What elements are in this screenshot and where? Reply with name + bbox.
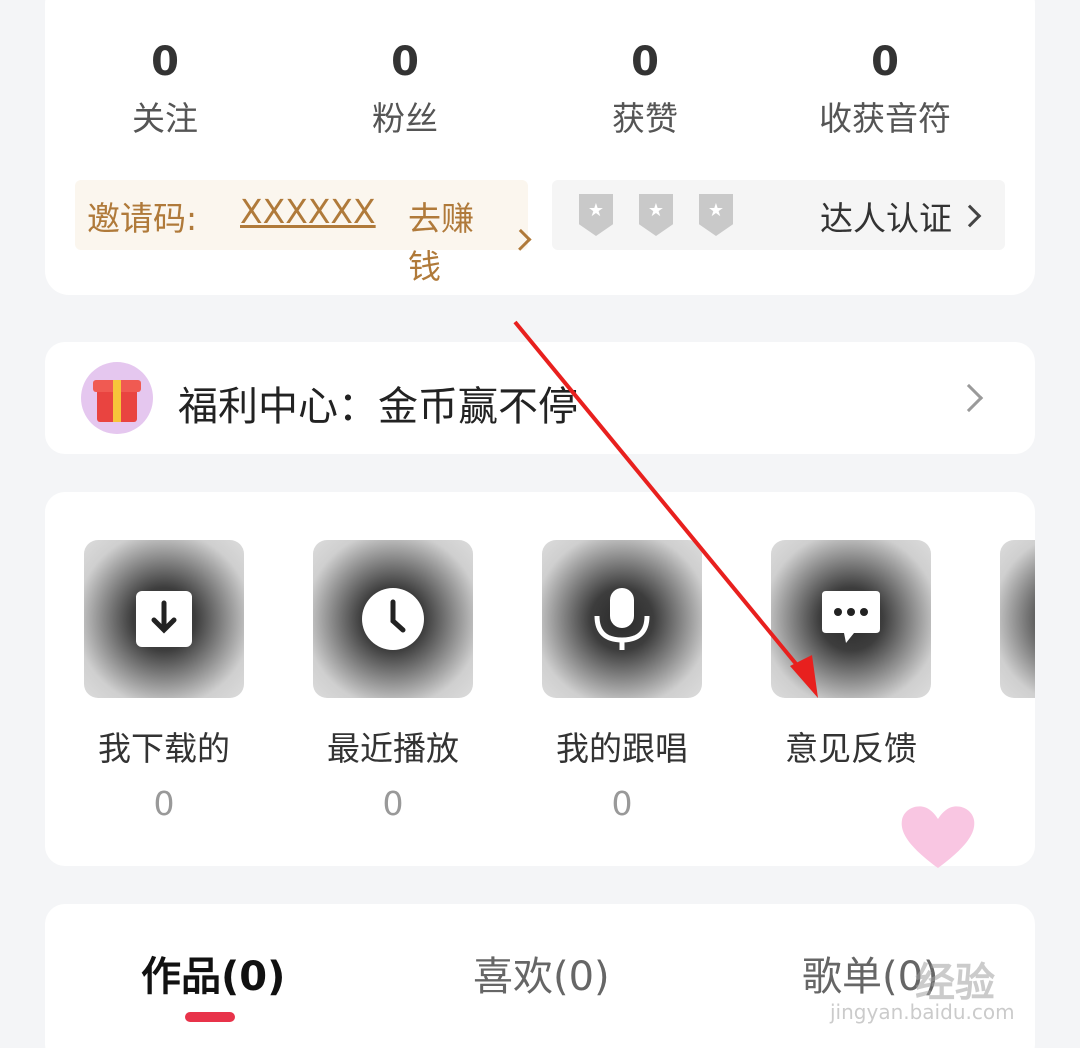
invite-code-box[interactable]: 邀请码: XXXXXX 去赚钱 — [75, 180, 532, 286]
tab-works[interactable]: 作品(0) — [141, 944, 285, 1002]
welfare-center-label: 福利中心：金币赢不停 — [178, 384, 578, 430]
feature-tile-feedback[interactable]: 意见反馈 — [732, 540, 952, 840]
stat-value: 0 — [151, 39, 179, 85]
star-shield-icon: ★ — [639, 194, 673, 236]
features-card: 我下载的 0 最近播放 0 我的跟唱 0 意见反馈 自 — [45, 492, 1035, 866]
feature-count: 0 — [153, 784, 175, 823]
earn-money-label: 去赚钱 — [408, 199, 474, 286]
feature-tile-partial[interactable]: 自 — [961, 540, 1035, 840]
feature-name: 我的跟唱 — [556, 729, 688, 768]
download-icon — [84, 540, 244, 698]
welfare-center-bar[interactable]: 福利中心：金币赢不停 — [45, 342, 1035, 454]
microphone-icon — [542, 540, 702, 698]
earn-money-link[interactable]: 去赚钱 — [408, 192, 532, 288]
stat-label: 获赞 — [612, 99, 678, 138]
stat-label: 粉丝 — [372, 99, 438, 138]
star-shield-icon: ★ — [579, 194, 613, 236]
content-tabs: 作品(0) 喜欢(0) 歌单(0) — [45, 904, 1035, 1048]
talent-certification-link[interactable]: 达人认证 — [820, 192, 982, 240]
stat-label: 关注 — [132, 99, 198, 138]
feature-name: 我下载的 — [98, 729, 230, 768]
star-shield-icon: ★ — [699, 194, 733, 236]
stat-label: 收获音符 — [819, 99, 951, 138]
talent-certification-label: 达人认证 — [820, 199, 952, 238]
heart-icon — [901, 806, 975, 868]
profile-stats-card: 0 关注 0 粉丝 0 获赞 0 收获音符 邀请码: XXXXXX 去赚钱 ★ … — [45, 0, 1035, 295]
feature-name: 自 — [1000, 722, 1035, 770]
feature-name: 意见反馈 — [785, 729, 917, 768]
stat-value: 0 — [391, 39, 419, 85]
stats-row: 0 关注 0 粉丝 0 获赞 0 收获音符 — [45, 38, 1005, 138]
stat-value: 0 — [871, 39, 899, 85]
tab-likes[interactable]: 喜欢(0) — [473, 944, 610, 1002]
active-tab-indicator — [185, 1012, 235, 1022]
invite-code-label: 邀请码: — [87, 199, 198, 238]
stat-following[interactable]: 0 关注 — [45, 38, 285, 144]
feature-name: 最近播放 — [327, 729, 459, 768]
stat-value: 0 — [631, 39, 659, 85]
feature-count: 0 — [611, 784, 633, 823]
gift-icon — [81, 362, 153, 434]
chevron-right-icon — [509, 228, 532, 252]
chevron-right-icon — [949, 383, 984, 413]
stat-likes[interactable]: 0 获赞 — [525, 38, 765, 144]
feature-tile-recent-plays[interactable]: 最近播放 0 — [274, 540, 494, 840]
feature-count: 0 — [382, 784, 404, 823]
clock-icon — [313, 540, 473, 698]
talent-certification-box[interactable]: ★ ★ ★ 达人认证 — [552, 180, 1005, 250]
feedback-icon — [771, 540, 931, 698]
unknown-icon — [1000, 540, 1035, 698]
stat-fans[interactable]: 0 粉丝 — [285, 38, 525, 144]
feature-tile-downloads[interactable]: 我下载的 0 — [45, 540, 265, 840]
invite-code-value[interactable]: XXXXXX — [240, 192, 376, 231]
chevron-right-icon — [958, 204, 982, 228]
stat-notes[interactable]: 0 收获音符 — [765, 38, 1005, 144]
watermark-url: jingyan.baidu.com — [830, 1000, 1015, 1024]
feature-tile-sing-along[interactable]: 我的跟唱 0 — [503, 540, 723, 840]
